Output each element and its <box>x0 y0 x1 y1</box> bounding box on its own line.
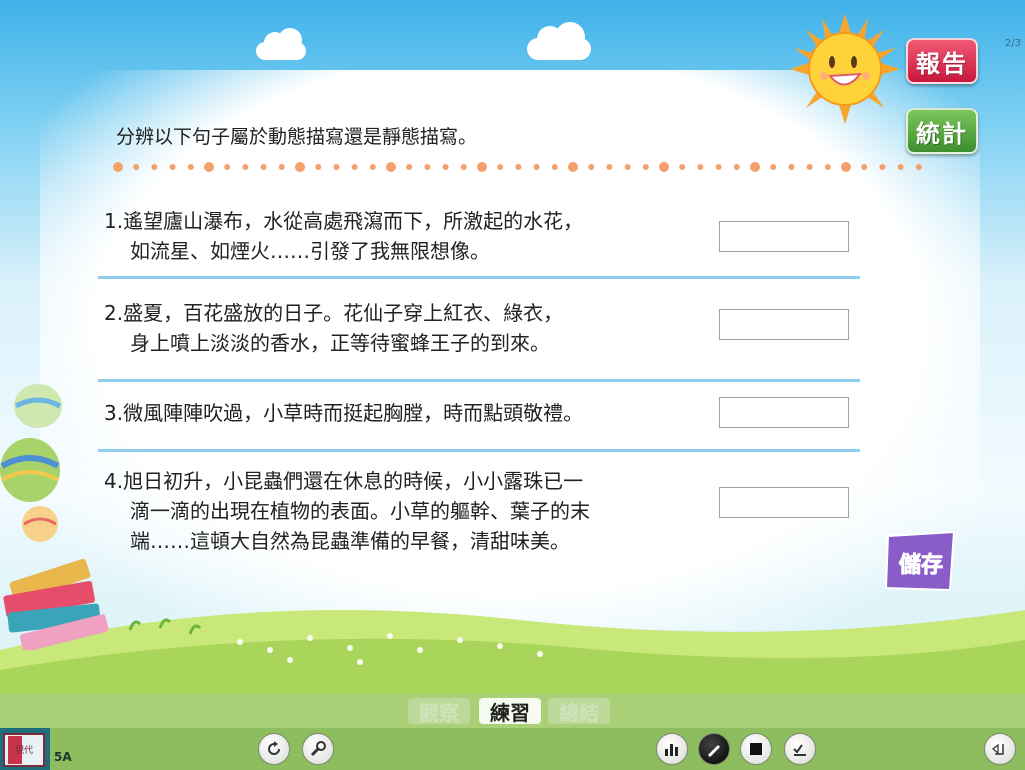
save-button-label: 儲存 <box>899 552 943 578</box>
grass-hill <box>0 610 1025 700</box>
divider-dot <box>278 164 285 170</box>
cloud-icon <box>527 22 591 60</box>
fullscreen-button[interactable] <box>740 733 772 765</box>
divider-dot <box>477 162 487 172</box>
book-icon: 現代 <box>3 733 45 767</box>
divider-dot <box>533 164 540 170</box>
question-1-line-2: 如流星、如煙火……引發了我無限想像。 <box>130 239 490 263</box>
divider-dot <box>642 164 649 170</box>
question-4-line-1: 4.旭日初升，小昆蟲們還在休息的時候，小小露珠已一 <box>104 469 584 493</box>
pen-button[interactable] <box>698 733 730 765</box>
refresh-button[interactable] <box>258 733 290 765</box>
question-3: 3.微風陣陣吹過，小草時而挺起胸膛，時而點頭敬禮。 <box>104 398 583 428</box>
divider-dot <box>588 164 595 170</box>
divider-dot <box>879 164 886 170</box>
stats-button[interactable]: 統計 <box>906 108 978 154</box>
divider-dot <box>733 164 740 170</box>
grade-label: 5A <box>54 750 72 764</box>
divider-dot <box>260 164 267 170</box>
question-divider <box>98 276 860 279</box>
exit-icon <box>992 743 1004 755</box>
divider-dot <box>806 164 813 170</box>
sun-icon <box>790 14 900 124</box>
answer-input-2[interactable] <box>719 309 849 340</box>
divider-dot <box>659 162 669 172</box>
dotted-divider <box>113 162 922 172</box>
divider-dot <box>679 164 686 170</box>
divider-dot <box>624 164 631 170</box>
refresh-icon <box>268 741 280 755</box>
exit-button[interactable] <box>984 733 1016 765</box>
divider-dot <box>915 164 922 170</box>
divider-dot <box>897 164 904 170</box>
divider-dot <box>424 164 431 170</box>
question-4-line-3: 端……這頓大自然為昆蟲準備的早餐，清甜味美。 <box>130 529 570 553</box>
pen-icon <box>708 745 720 757</box>
divider-dot <box>369 164 376 170</box>
question-4: 4.旭日初升，小昆蟲們還在休息的時候，小小露珠已一 滴一滴的出現在植物的表面。小… <box>104 466 590 556</box>
answer-input-4[interactable] <box>719 487 849 518</box>
answer-input-3[interactable] <box>719 397 849 428</box>
balloons-and-books-decoration <box>0 384 109 650</box>
divider-dot <box>697 164 704 170</box>
chart-button[interactable] <box>656 733 688 765</box>
divider-dot <box>824 164 831 170</box>
divider-dot <box>715 164 722 170</box>
tab-summary[interactable]: 總結 <box>548 698 610 725</box>
book-logo[interactable]: 現代 <box>0 728 50 770</box>
page-indicator: 2/3 <box>1004 38 1021 49</box>
divider-dot <box>750 162 760 172</box>
divider-dot <box>406 164 413 170</box>
divider-dot <box>113 162 123 172</box>
wrench-icon <box>310 741 326 757</box>
tab-practice[interactable]: 練習 <box>479 698 541 725</box>
bar-chart-icon <box>665 744 678 756</box>
tools-button[interactable] <box>302 733 334 765</box>
divider-dot <box>242 164 249 170</box>
divider-dot <box>151 164 158 170</box>
book-logo-label: 現代 <box>15 745 33 756</box>
question-2-line-2: 身上噴上淡淡的香水，正等待蜜蜂王子的到來。 <box>130 331 550 355</box>
divider-dot <box>861 164 868 170</box>
quiz-button[interactable] <box>784 733 816 765</box>
instruction-text: 分辨以下句子屬於動態描寫還是靜態描寫。 <box>116 126 478 148</box>
report-button[interactable]: 報告 <box>906 38 978 84</box>
divider-dot <box>315 164 322 170</box>
question-divider <box>98 449 860 452</box>
divider-dot <box>606 164 613 170</box>
question-divider <box>98 379 860 382</box>
divider-dot <box>515 164 522 170</box>
question-3-line-1: 3.微風陣陣吹過，小草時而挺起胸膛，時而點頭敬禮。 <box>104 401 584 425</box>
divider-dot <box>333 164 340 170</box>
divider-dot <box>187 164 194 170</box>
divider-dot <box>497 164 504 170</box>
divider-dot <box>224 164 231 170</box>
question-2-line-1: 2.盛夏，百花盛放的日子。花仙子穿上紅衣、綠衣， <box>104 301 564 325</box>
divider-dot <box>841 162 851 172</box>
divider-dot <box>204 162 214 172</box>
divider-dot <box>295 162 305 172</box>
question-1: 1.遙望廬山瀑布，水從高處飛瀉而下，所激起的水花， 如流星、如煙火……引發了我無… <box>104 206 583 266</box>
divider-dot <box>551 164 558 170</box>
cloud-icon <box>256 28 306 60</box>
question-2: 2.盛夏，百花盛放的日子。花仙子穿上紅衣、綠衣， 身上噴上淡淡的香水，正等待蜜蜂… <box>104 298 563 358</box>
bottom-toolbar <box>0 728 1025 770</box>
divider-dot <box>788 164 795 170</box>
divider-dot <box>460 164 467 170</box>
divider-dot <box>568 162 578 172</box>
fullscreen-icon <box>750 743 762 755</box>
divider-dot <box>442 164 449 170</box>
save-button[interactable]: 儲存 <box>884 530 958 594</box>
answer-input-1[interactable] <box>719 221 849 252</box>
tab-observe[interactable]: 觀察 <box>408 698 470 725</box>
divider-dot <box>351 164 358 170</box>
divider-dot <box>386 162 396 172</box>
divider-dot <box>770 164 777 170</box>
divider-dot <box>169 164 176 170</box>
question-1-line-1: 1.遙望廬山瀑布，水從高處飛瀉而下，所激起的水花， <box>104 209 584 233</box>
question-4-line-2: 滴一滴的出現在植物的表面。小草的軀幹、葉子的末 <box>130 499 590 523</box>
checklist-icon <box>793 744 806 756</box>
divider-dot <box>133 164 140 170</box>
